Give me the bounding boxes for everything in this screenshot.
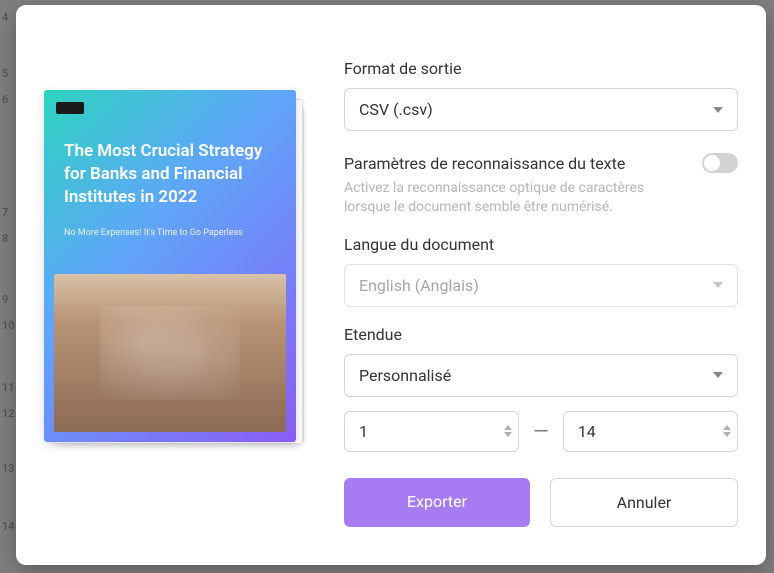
cover-title-line: The Most Crucial Strategy	[64, 141, 262, 161]
stepper-up-icon[interactable]	[723, 425, 731, 430]
range-value: Personnalisé	[359, 366, 451, 385]
chevron-down-icon	[713, 107, 723, 113]
cover-title: The Most Crucial Strategy for Banks and …	[64, 140, 266, 209]
document-preview: The Most Crucial Strategy for Banks and …	[44, 90, 314, 460]
export-form: Format de sortie CSV (.csv) Paramètres d…	[344, 35, 738, 535]
range-from-input[interactable]: 1	[344, 411, 519, 452]
cover-title-line: for Banks and Financial	[64, 164, 243, 184]
cover-thumbnail: The Most Crucial Strategy for Banks and …	[44, 90, 296, 442]
page-marker: 5	[2, 67, 8, 80]
format-label: Format de sortie	[344, 59, 738, 78]
page-marker: 6	[2, 93, 8, 106]
chevron-down-icon	[713, 372, 723, 378]
page-marker: 13	[2, 462, 15, 475]
language-select[interactable]: English (Anglais)	[344, 264, 738, 307]
page-marker: 11	[2, 381, 15, 394]
recognition-description: Activez la reconnaissance optique de car…	[344, 179, 664, 217]
chevron-down-icon	[713, 282, 723, 288]
range-label: Etendue	[344, 325, 738, 344]
range-to-input[interactable]: 14	[563, 411, 738, 452]
export-dialog: The Most Crucial Strategy for Banks and …	[16, 5, 766, 565]
range-separator: —	[533, 419, 549, 443]
stepper-down-icon[interactable]	[504, 432, 512, 437]
page-marker: 4	[2, 11, 8, 24]
range-select[interactable]: Personnalisé	[344, 354, 738, 397]
stepper-down-icon[interactable]	[723, 432, 731, 437]
recognition-label: Paramètres de reconnaissance du texte	[344, 154, 625, 173]
page-marker: 7	[2, 206, 8, 219]
page-marker: 9	[2, 293, 8, 306]
export-button[interactable]: Exporter	[344, 478, 530, 527]
range-from-value: 1	[359, 422, 368, 441]
cover-logo	[56, 102, 84, 114]
page-marker: 14	[2, 520, 15, 533]
cover-subtitle: No More Expenses! It's Time to Go Paperl…	[64, 228, 243, 238]
recognition-toggle[interactable]	[702, 153, 738, 173]
page-marker: 8	[2, 232, 8, 245]
cover-title-line: Institutes in 2022	[64, 187, 197, 207]
stepper-up-icon[interactable]	[504, 425, 512, 430]
format-value: CSV (.csv)	[359, 100, 433, 119]
format-select[interactable]: CSV (.csv)	[344, 88, 738, 131]
language-value: English (Anglais)	[359, 276, 479, 295]
page-marker: 10	[2, 319, 15, 332]
page-marker: 12	[2, 407, 15, 420]
cancel-button[interactable]: Annuler	[550, 478, 738, 527]
range-to-value: 14	[578, 422, 596, 441]
cover-photo	[54, 274, 286, 432]
language-label: Langue du document	[344, 235, 738, 254]
